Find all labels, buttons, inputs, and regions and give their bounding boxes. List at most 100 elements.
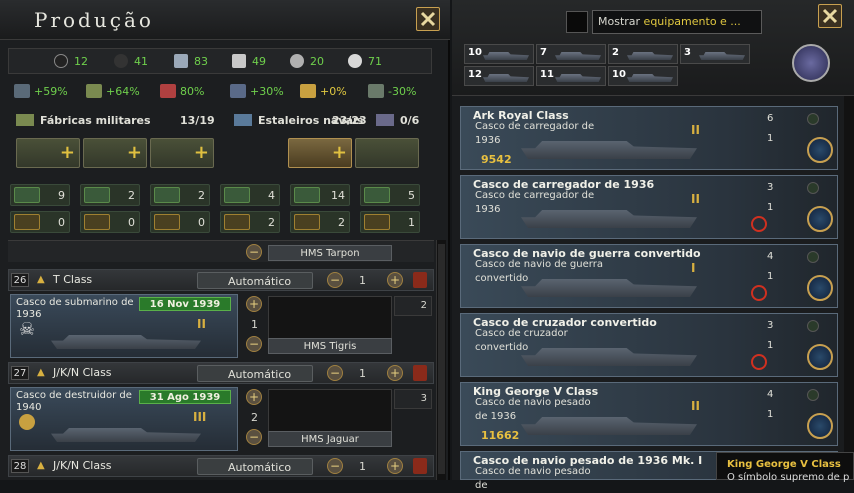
resource-tungsten: 20 [290, 52, 324, 70]
anchor-icon [294, 187, 320, 203]
battleship-image [521, 417, 697, 435]
slot-count: 14 [331, 189, 345, 202]
tab-count: 3 [684, 47, 691, 58]
show-equipment-checkbox[interactable] [566, 11, 588, 33]
upgrade-icon[interactable] [807, 137, 833, 163]
queue-row[interactable]: 27 ▲ J/K/N Class Automático − 1 + [8, 362, 434, 384]
light-cruiser-icon [483, 74, 529, 82]
close-production-button[interactable] [416, 7, 440, 31]
production-slot[interactable]: 0 [10, 211, 70, 233]
filter-value: equipamento e ... [643, 15, 741, 28]
ship-card[interactable]: Casco de submarino de 1936 16 Nov 1939 I… [10, 294, 238, 358]
trash-icon[interactable] [413, 272, 427, 288]
slot-count: 0 [58, 216, 65, 229]
production-slot[interactable]: 1 [360, 211, 420, 233]
filter-battleship[interactable]: 7 [536, 44, 606, 64]
submarine-icon [627, 74, 673, 82]
automatic-toggle[interactable]: Automático [197, 458, 313, 475]
filter-destroyer[interactable]: 11 [536, 66, 606, 86]
repair-ship-button[interactable] [355, 138, 419, 168]
add-aircraft-button[interactable]: + [150, 138, 214, 168]
production-slot[interactable]: 9 [10, 184, 70, 206]
design-scrollbar[interactable] [844, 96, 854, 480]
upgrade-icon[interactable] [807, 275, 833, 301]
queue-scrollbar[interactable] [436, 240, 446, 480]
stat-value: 1 [767, 340, 774, 351]
ship-design-card[interactable]: Casco de carregador de 1936 Casco de car… [460, 175, 838, 239]
resource-value: 49 [252, 54, 266, 68]
ship-name-button[interactable]: HMS Tigris [268, 338, 392, 354]
ship-design-card[interactable]: Casco de cruzador convertido Casco de cr… [460, 313, 838, 377]
remove-factory-button[interactable]: − [246, 336, 262, 352]
decrease-button[interactable]: − [327, 272, 343, 288]
increase-button[interactable]: + [387, 458, 403, 474]
automatic-toggle[interactable]: Automático [197, 272, 313, 289]
ship-card[interactable]: Casco de destruidor de 1940 31 Ago 1939 … [10, 387, 238, 451]
bonus-item: -30% [368, 84, 416, 98]
filter-submarine[interactable]: 10 [608, 66, 678, 86]
cruiser-image [521, 348, 697, 366]
show-equipment-filter[interactable]: Mostrar equipamento e ... [592, 10, 762, 34]
filter-heavy-cruiser[interactable]: 3 [680, 44, 750, 64]
navy-emblem-icon[interactable] [792, 44, 830, 82]
slot-count: 0 [198, 216, 205, 229]
military-factories-label: Fábricas militares [40, 114, 151, 127]
trash-icon[interactable] [413, 458, 427, 474]
increase-button[interactable]: + [387, 365, 403, 381]
ship-name-button[interactable]: HMS Tarpon [268, 245, 392, 261]
auto-label: Automático [228, 461, 292, 474]
filter-carrier[interactable]: 10 [464, 44, 534, 64]
ship-design-card[interactable]: Casco de navio de guerra convertido Casc… [460, 244, 838, 308]
queue-number: 28 [11, 459, 29, 473]
production-slot[interactable]: 0 [150, 211, 210, 233]
add-ship-button[interactable]: + [288, 138, 352, 168]
queue-row[interactable]: 28 ▲ J/K/N Class Automático − 1 + [8, 455, 434, 477]
production-slot[interactable]: 2 [150, 184, 210, 206]
production-slot[interactable]: 2 [80, 184, 140, 206]
tank-icon [84, 187, 110, 203]
production-slot[interactable]: 4 [220, 184, 280, 206]
queue-qty: 1 [359, 460, 366, 473]
ship-design-card[interactable]: King George V Class Casco de navio pesad… [460, 382, 838, 446]
ship-design-card[interactable]: Ark Royal Class Casco de carregador de 1… [460, 106, 838, 170]
collapse-icon[interactable]: ▲ [37, 460, 45, 471]
close-design-button[interactable] [818, 4, 842, 28]
production-slot[interactable]: 2 [290, 211, 350, 233]
decrease-button[interactable]: − [327, 458, 343, 474]
anchor-icon [224, 187, 250, 203]
ship-card-name: Casco de submarino de 1936 [16, 297, 134, 320]
tab-count: 2 [612, 47, 619, 58]
add-factory-button[interactable]: + [246, 296, 262, 312]
upgrade-icon[interactable] [807, 206, 833, 232]
blocked-icon [751, 285, 767, 301]
scroll-thumb[interactable] [438, 244, 445, 474]
bonus-item: +0% [300, 84, 347, 98]
remove-factory-button[interactable]: − [246, 429, 262, 445]
slot-count: 2 [198, 189, 205, 202]
decrease-button[interactable]: − [327, 365, 343, 381]
filter-battlecruiser[interactable]: 2 [608, 44, 678, 64]
oil-icon [54, 54, 68, 68]
queue-qty: 1 [359, 274, 366, 287]
upgrade-icon[interactable] [807, 344, 833, 370]
queue-item-name: J/K/N Class [53, 366, 112, 379]
upgrade-icon[interactable] [807, 413, 833, 439]
production-slot[interactable]: 5 [360, 184, 420, 206]
collapse-icon[interactable]: ▲ [37, 274, 45, 285]
production-slot[interactable]: 14 [290, 184, 350, 206]
add-factory-button[interactable]: + [246, 389, 262, 405]
ship-name-button[interactable]: HMS Jaguar [268, 431, 392, 447]
production-slot[interactable]: 0 [80, 211, 140, 233]
add-armor-button[interactable]: + [83, 138, 147, 168]
collapse-icon[interactable]: ▲ [37, 367, 45, 378]
add-infantry-equipment-button[interactable]: + [16, 138, 80, 168]
aluminium-icon [232, 54, 246, 68]
production-slot[interactable]: 2 [220, 211, 280, 233]
queue-row[interactable]: 26 ▲ T Class Automático − 1 + [8, 269, 434, 291]
automatic-toggle[interactable]: Automático [197, 365, 313, 382]
trash-icon[interactable] [413, 365, 427, 381]
remove-factory-button[interactable]: − [246, 244, 262, 260]
steel-icon [174, 54, 188, 68]
filter-light-cruiser[interactable]: 12 [464, 66, 534, 86]
increase-button[interactable]: + [387, 272, 403, 288]
